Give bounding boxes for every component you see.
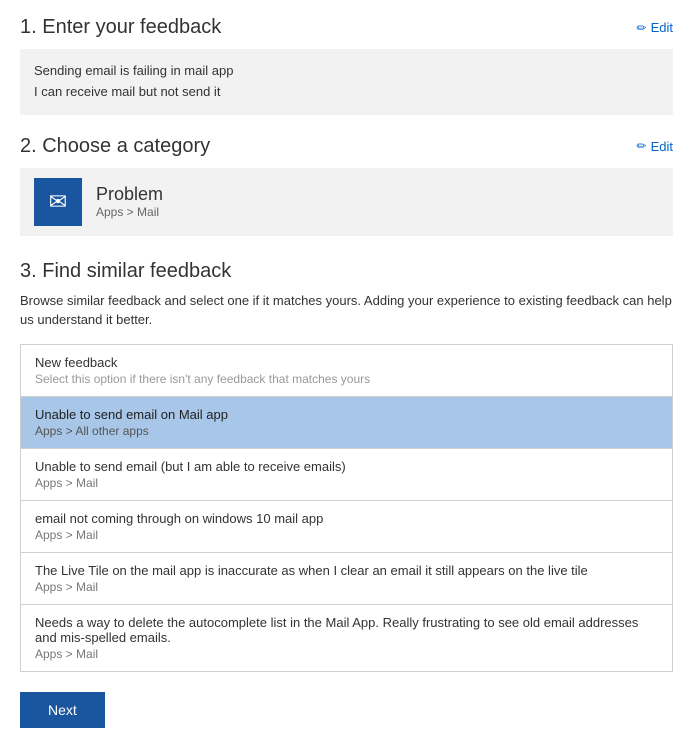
step2-edit-label: Edit	[651, 139, 673, 154]
category-path: Apps > Mail	[96, 205, 163, 219]
step2-edit-icon: ✏	[637, 139, 647, 153]
category-box: ✉ Problem Apps > Mail	[20, 168, 673, 236]
feedback-item-sub: Apps > All other apps	[35, 424, 658, 438]
step2-title: 2. Choose a category	[20, 135, 210, 158]
step2-edit-button[interactable]: ✏ Edit	[637, 139, 673, 154]
feedback-list-wrapper: New feedback Select this option if there…	[20, 344, 673, 672]
feedback-list-item[interactable]: email not coming through on windows 10 m…	[21, 501, 672, 553]
feedback-item-title: Unable to send email (but I am able to r…	[35, 459, 658, 474]
category-info: Problem Apps > Mail	[96, 184, 163, 219]
feedback-item-title: email not coming through on windows 10 m…	[35, 511, 658, 526]
next-button[interactable]: Next	[20, 692, 105, 728]
new-feedback-title: New feedback	[35, 355, 658, 370]
step1-header: 1. Enter your feedback ✏ Edit	[20, 16, 673, 39]
feedback-line-2: I can receive mail but not send it	[34, 82, 659, 103]
step1-edit-icon: ✏	[637, 21, 647, 35]
step3-section: 3. Find similar feedback Browse similar …	[20, 260, 673, 672]
feedback-item-sub: Apps > Mail	[35, 647, 658, 661]
feedback-list-item[interactable]: Unable to send email on Mail app Apps > …	[21, 397, 672, 449]
feedback-list-item[interactable]: New feedback Select this option if there…	[21, 345, 672, 397]
feedback-item-title: Needs a way to delete the autocomplete l…	[35, 615, 658, 645]
category-icon-box: ✉	[34, 178, 82, 226]
step2-header: 2. Choose a category ✏ Edit	[20, 135, 673, 158]
feedback-item-sub: Apps > Mail	[35, 580, 658, 594]
step1-title: 1. Enter your feedback	[20, 16, 221, 39]
feedback-item-title: Unable to send email on Mail app	[35, 407, 658, 422]
envelope-icon: ✉	[49, 189, 67, 215]
feedback-item-sub: Apps > Mail	[35, 476, 658, 490]
step3-title: 3. Find similar feedback	[20, 260, 673, 283]
category-name: Problem	[96, 184, 163, 205]
step1-edit-label: Edit	[651, 20, 673, 35]
feedback-list-item[interactable]: Needs a way to delete the autocomplete l…	[21, 605, 672, 671]
feedback-line-1: Sending email is failing in mail app	[34, 61, 659, 82]
step1-edit-button[interactable]: ✏ Edit	[637, 20, 673, 35]
new-feedback-sub: Select this option if there isn't any fe…	[35, 372, 658, 386]
feedback-list-item[interactable]: The Live Tile on the mail app is inaccur…	[21, 553, 672, 605]
step3-description: Browse similar feedback and select one i…	[20, 291, 673, 330]
feedback-text-box: Sending email is failing in mail app I c…	[20, 49, 673, 115]
feedback-item-sub: Apps > Mail	[35, 528, 658, 542]
feedback-list-item[interactable]: Unable to send email (but I am able to r…	[21, 449, 672, 501]
feedback-list: New feedback Select this option if there…	[20, 344, 673, 672]
feedback-item-title: The Live Tile on the mail app is inaccur…	[35, 563, 658, 578]
